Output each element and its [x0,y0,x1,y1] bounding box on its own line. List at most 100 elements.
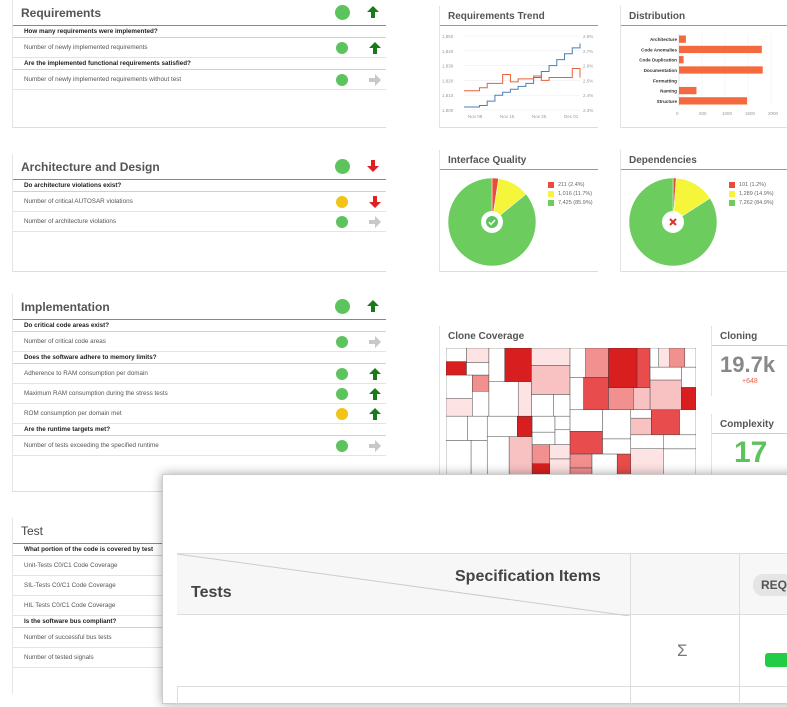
row-label: Number of tested signals [24,654,94,661]
question-row: Does the software adhere to memory limit… [13,352,386,364]
column-divider [630,615,631,687]
trend-up-icon [368,367,382,381]
card-title: Cloning [712,326,787,346]
treemap-cell [446,415,468,441]
status-dot [336,216,348,228]
treemap-cell [649,366,682,381]
category-label: Code Duplication [639,58,677,63]
category-label: Code Anomalies [641,47,677,52]
column-divider [739,554,740,616]
treemap-cell [681,366,696,388]
check-icon [486,216,498,228]
trend-down-icon [366,159,380,173]
panel-header: Implementation [13,294,386,320]
trend-up-icon [366,299,380,313]
treemap-cell [669,348,686,368]
card-title: Dependencies [621,150,787,170]
treemap-cell [608,348,638,388]
metric-row[interactable]: Number of newly implemented requirements… [13,70,386,90]
treemap-cell [684,348,696,368]
column-divider [739,615,740,687]
question-row: Do architecture violations exist? [13,180,386,192]
pie-legend: 211 (2.4%) 1,016 (11.7%) 7,425 (85.9%) [548,180,593,207]
legend-label: 1,289 (14.9%) [739,190,774,197]
treemap-cell [549,444,571,460]
treemap-cell [446,348,467,362]
legend-swatch [729,181,735,188]
treemap-cell [531,431,556,445]
panel-title: Implementation [21,299,110,314]
treemap-cell [608,387,634,411]
category-label: Structure [657,99,678,104]
trend-down-icon [368,195,382,209]
status-dot [335,299,350,314]
metric-row[interactable]: Adherence to RAM consumption per domain [13,364,386,384]
y2-tick-label: 2.7% [583,49,593,54]
row-label: Adherence to RAM consumption per domain [24,370,148,377]
treemap-cell [583,377,609,411]
panel-header: Architecture and Design [13,154,386,180]
row-label: How many requirements were implemented? [24,28,158,35]
legend-item: 7,262 (84.9%) [729,198,774,207]
row-label: Number of tests exceeding the specified … [24,442,159,449]
treemap-cell [486,436,510,478]
legend-label: 211 (2.4%) [558,181,585,188]
bar [679,86,697,95]
treemap-cell [630,434,664,449]
metric-row[interactable]: ROM consumption per domain met [13,404,386,424]
y-tick-label: 1,810 [442,93,454,98]
series-line [464,43,581,108]
treemap-cell [569,453,593,469]
status-dot [336,388,348,400]
status-bar [765,653,787,667]
status-dot [336,408,348,420]
treemap-cell [630,409,652,419]
treemap-cell [531,444,550,464]
x-tick-label: Dec 01 [564,114,579,119]
y-tick-label: 1,840 [442,49,454,54]
implementation-panel: Implementation Do critical code areas ex… [12,294,386,492]
treemap-cell [658,348,670,368]
treemap-cell [663,434,696,450]
legend-item: 1,289 (14.9%) [729,189,774,198]
treemap-cell [531,365,571,395]
treemap-cell [630,417,652,436]
dependencies-card: Dependencies 101 (1.2%) 1,289 (14.9%) 7,26… [620,150,787,272]
metric-row[interactable]: Number of critical AUTOSAR violations [13,192,386,212]
clone-coverage-card: Clone Coverage [439,326,701,478]
table-header-row: Tests Specification Items REQ [177,553,787,616]
row-label: Are the runtime targets met? [24,426,111,433]
row-label: Unit-Tests C0/C1 Code Coverage [24,562,118,569]
dependencies-pie [628,177,718,267]
category-label: Naming [660,89,677,94]
panel-title: Requirements [21,5,102,20]
metric-row[interactable]: Number of tests exceeding the specified … [13,436,386,456]
metric-row[interactable]: Number of architecture violations [13,212,386,232]
y2-tick-label: 2.8% [583,34,593,39]
treemap-cell [531,415,556,433]
treemap-cell [649,348,660,368]
treemap-cell [636,348,651,388]
trend-up-icon [368,41,382,55]
metric-row[interactable]: Maximum RAM consumption during the stres… [13,384,386,404]
legend-item: 101 (1.2%) [729,180,774,189]
req-pill[interactable]: REQ [753,574,787,596]
row-label: What portion of the code is covered by t… [24,546,154,553]
status-dot [335,159,350,174]
question-row: How many requirements were implemented? [13,26,386,38]
trend-right-icon [368,439,382,453]
distribution-chart: 0 500 1000 1500 2000 Architecture Code Anomali… [639,34,779,116]
y-tick-label: 1,830 [442,64,454,69]
x-tick-label: 0 [676,111,679,116]
question-row: Are the implemented functional requireme… [13,58,386,70]
metric-row[interactable]: Number of critical code areas [13,332,386,352]
cloning-card: Cloning 19.7k +648 [711,326,787,396]
treemap-cell [446,374,473,399]
treemap-cell [470,440,488,478]
treemap-cell [569,377,584,411]
legend-item: 1,016 (11.7%) [548,189,593,198]
metric-row[interactable]: Number of newly implemented requirements [13,38,386,58]
card-title: Clone Coverage [448,331,525,342]
card-title: Complexity [712,414,787,434]
legend-label: 1,016 (11.7%) [558,190,593,197]
